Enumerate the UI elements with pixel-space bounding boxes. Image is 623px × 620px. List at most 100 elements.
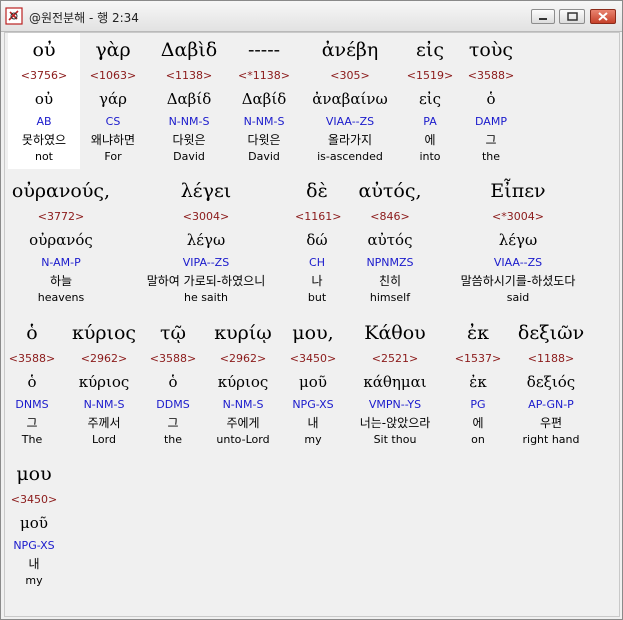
korean-gloss: 말하여 가로되-하였으니 <box>146 274 266 288</box>
english-gloss: on <box>471 433 485 446</box>
word-block[interactable]: ὁ <3588> ὁ DNMS 그 The <box>6 316 58 447</box>
word-block[interactable]: οὐ <3756> οὐ AB 못하였으 not <box>8 33 80 169</box>
greek-word: αὐτός, <box>358 180 422 202</box>
word-block[interactable]: Εἶπεν <*3004> λέγω VIAA--ZS 말씀하시기를-하셨도다 … <box>437 174 599 305</box>
english-gloss: unto-Lord <box>216 433 270 446</box>
korean-gloss: 다윗은 <box>247 133 281 147</box>
greek-word: Κάθου <box>364 322 426 344</box>
strong-number: <1188> <box>527 352 575 365</box>
greek-word: κυρίῳ <box>214 322 272 344</box>
title-bar[interactable]: @원전분해 - 행 2:34 <box>1 1 622 32</box>
parsing-code: VIAA--ZS <box>493 256 543 269</box>
parsing-code: DNMS <box>15 398 49 411</box>
strong-number: <3004> <box>182 210 230 223</box>
greek-word: Εἶπεν <box>490 180 546 202</box>
word-block[interactable]: τοὺς <3588> ὁ DAMP 그 the <box>460 33 522 164</box>
lemma: ὁ <box>168 373 178 391</box>
word-block[interactable]: ----- <*1138> Δαβίδ N-NM-S 다윗은 David <box>230 33 298 164</box>
parsing-code: CS <box>105 115 121 128</box>
app-window: @원전분해 - 행 2:34 οὐ <3756> οὐ AB 못하였으 not … <box>0 0 623 620</box>
strong-number: <3772> <box>37 210 85 223</box>
word-block[interactable]: ἀνέβη <305> ἀναβαίνω VIAA--ZS 올라가지 is-as… <box>305 33 395 164</box>
word-block[interactable]: εἰς <1519> εἰς PA 에 into <box>400 33 460 164</box>
word-block[interactable]: κυρίῳ <2962> κύριος N-NM-S 주에게 unto-Lord <box>207 316 279 447</box>
parsing-code: DDMS <box>156 398 190 411</box>
parsing-code: VMPN--YS <box>368 398 422 411</box>
greek-word: Δαβὶδ <box>160 39 218 61</box>
strong-number: <3588> <box>467 69 515 82</box>
maximize-button[interactable] <box>559 9 585 24</box>
korean-gloss: 에 <box>424 133 436 147</box>
lemma: λέγω <box>498 231 538 249</box>
english-gloss: into <box>419 150 441 163</box>
word-block[interactable]: Δαβὶδ <1138> Δαβίδ N-NM-S 다윗은 David <box>150 33 228 164</box>
close-button[interactable] <box>590 9 616 24</box>
greek-word: μου <box>16 463 52 485</box>
lemma: γάρ <box>99 90 127 108</box>
greek-word: ἀνέβη <box>321 39 379 61</box>
greek-word: ----- <box>247 39 281 61</box>
parsing-code: N-AM-P <box>41 256 81 269</box>
greek-word: δὲ <box>306 180 328 202</box>
english-gloss: Sit thou <box>373 433 417 446</box>
strong-number: <3756> <box>20 69 68 82</box>
word-block[interactable]: κύριος <2962> κύριος N-NM-S 주께서 Lord <box>69 316 139 447</box>
lemma: ἀναβαίνω <box>312 90 388 108</box>
english-gloss: my <box>304 433 322 446</box>
strong-number: <3588> <box>149 352 197 365</box>
korean-gloss: 주에게 <box>226 416 260 430</box>
interlinear-panel[interactable]: οὐ <3756> οὐ AB 못하였으 not γὰρ <1063> γάρ … <box>4 32 620 617</box>
strong-number: <1063> <box>89 69 137 82</box>
word-block[interactable]: τῷ <3588> ὁ DDMS 그 the <box>146 316 200 447</box>
minimize-button[interactable] <box>531 9 555 24</box>
word-block[interactable]: ἐκ <1537> ἐκ PG 에 on <box>451 316 505 447</box>
english-gloss: my <box>25 574 43 587</box>
word-block[interactable]: δεξιῶν <1188> δεξιός AP-GN-P 우편 right ha… <box>511 316 591 447</box>
strong-number: <1537> <box>454 352 502 365</box>
word-block[interactable]: δὲ <1161> δώ CH 나 but <box>295 174 341 305</box>
korean-gloss: 그 <box>167 416 179 430</box>
parsing-code: N-NM-S <box>168 115 210 128</box>
english-gloss: David <box>173 150 205 163</box>
window-title: @원전분해 - 행 2:34 <box>29 11 139 25</box>
word-block[interactable]: μου <3450> μοῦ NPG-XS 내 my <box>6 457 62 588</box>
lemma: μοῦ <box>20 514 48 532</box>
lemma: μοῦ <box>299 373 327 391</box>
word-block[interactable]: Κάθου <2521> κάθημαι VMPN--YS 너는-앉았으라 Si… <box>347 316 443 447</box>
korean-gloss: 에 <box>472 416 484 430</box>
korean-gloss: 내 <box>28 557 40 571</box>
english-gloss: the <box>163 433 183 446</box>
greek-word: μου, <box>292 322 334 344</box>
english-gloss: For <box>104 150 122 163</box>
strong-number: <*1138> <box>238 69 290 82</box>
word-block[interactable]: γὰρ <1063> γάρ CS 왜냐하면 For <box>83 33 143 164</box>
korean-gloss: 다윗은 <box>172 133 206 147</box>
parsing-code: DAMP <box>475 115 507 128</box>
korean-gloss: 친히 <box>378 274 402 288</box>
greek-word: λέγει <box>180 180 232 202</box>
strong-number: <2521> <box>371 352 419 365</box>
parsing-code: VIAA--ZS <box>325 115 375 128</box>
greek-word: οὐρανούς, <box>11 180 111 202</box>
korean-gloss: 그 <box>26 416 38 430</box>
app-icon[interactable] <box>5 7 23 25</box>
parsing-code: CH <box>309 256 325 269</box>
word-block[interactable]: αὐτός, <846> αὐτός NPNMZS 친히 himself <box>347 174 433 305</box>
lemma: οὐ <box>34 90 54 108</box>
english-gloss: right hand <box>522 433 580 446</box>
word-block[interactable]: μου, <3450> μοῦ NPG-XS 내 my <box>285 316 341 447</box>
parsing-code: NPG-XS <box>292 398 334 411</box>
lemma: εἰς <box>418 90 442 108</box>
word-block[interactable]: λέγει <3004> λέγω VIPA--ZS 말하여 가로되-하였으니 … <box>123 174 289 305</box>
greek-word: δεξιῶν <box>517 322 585 344</box>
greek-word: κύριος <box>71 322 137 344</box>
parsing-code: PG <box>470 398 486 411</box>
korean-gloss: 못하였으 <box>21 133 67 147</box>
strong-number: <2962> <box>219 352 267 365</box>
lemma: Δαβίδ <box>241 90 287 108</box>
korean-gloss: 말씀하시기를-하셨도다 <box>460 274 576 288</box>
word-block[interactable]: οὐρανούς, <3772> οὐρανός N-AM-P 하늘 heave… <box>6 174 116 305</box>
korean-gloss: 내 <box>307 416 319 430</box>
strong-number: <846> <box>370 210 410 223</box>
greek-word: τῷ <box>159 322 186 344</box>
